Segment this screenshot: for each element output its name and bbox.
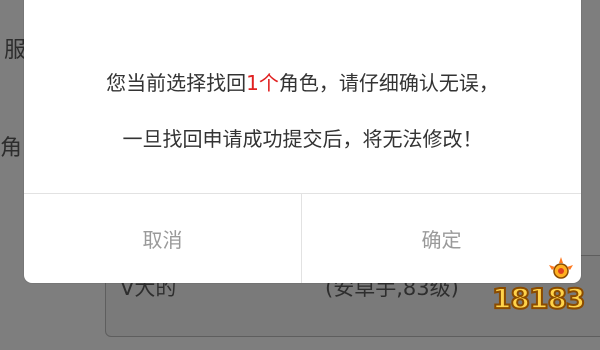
cancel-button[interactable]: 取消 xyxy=(24,194,301,283)
dialog-message: 您当前选择找回1个角色，请仔细确认无误， 一旦找回申请成功提交后，将无法修改！ xyxy=(24,55,581,167)
dialog-message-line2: 一旦找回申请成功提交后，将无法修改！ xyxy=(122,127,483,151)
flower-icon xyxy=(549,257,573,279)
watermark-text: 18183 xyxy=(491,281,586,316)
message-line1-suffix: 角色，请仔细确认无误， xyxy=(278,71,499,95)
watermark-logo: 18183 xyxy=(491,255,588,316)
dialog-message-line1: 您当前选择找回1个角色，请仔细确认无误， xyxy=(24,55,581,111)
confirm-dialog: 您当前选择找回1个角色，请仔细确认无误， 一旦找回申请成功提交后，将无法修改！ … xyxy=(24,0,581,283)
role-count-highlight: 1个 xyxy=(246,71,279,95)
message-line1-prefix: 您当前选择找回 xyxy=(106,71,247,95)
